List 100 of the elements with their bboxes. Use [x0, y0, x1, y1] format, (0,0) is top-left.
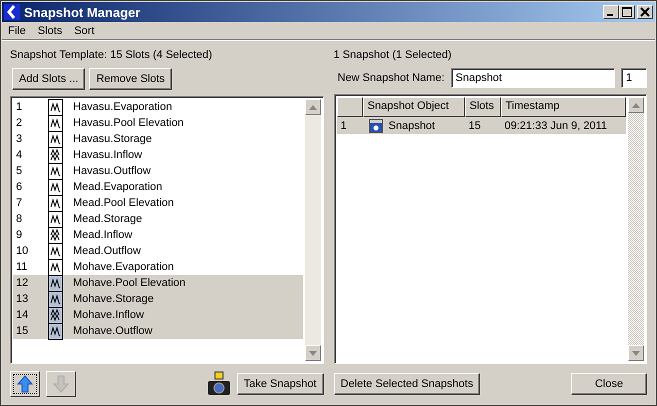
caret-down-icon — [308, 350, 316, 356]
template-summary: Snapshot Template: 15 Slots (4 Selected) — [10, 48, 214, 62]
slot-button[interactable]: Remove Slots — [89, 68, 172, 90]
slot-row[interactable]: 14 Mohave.Inflow — [13, 307, 302, 323]
slot-row[interactable]: 1 Havasu.Evaporation — [13, 99, 302, 115]
wave-icon — [48, 274, 63, 292]
minimize-button[interactable] — [603, 5, 619, 19]
wave-icon — [48, 258, 63, 276]
delete-snapshots-button[interactable]: Delete Selected Snapshots — [334, 373, 480, 395]
close-button[interactable] — [637, 5, 653, 19]
slot-name: Mohave.Pool Elevation — [73, 277, 186, 289]
table-row[interactable]: 1 Snapshot 15 09:21:33 Jun 9, 2011 — [336, 117, 626, 134]
row-number: 12 — [15, 277, 30, 289]
scroll-up-button[interactable] — [628, 97, 644, 113]
slot-row[interactable]: 10 Mead.Outflow — [13, 243, 302, 259]
camera-icon — [206, 371, 231, 397]
slot-name: Mead.Pool Elevation — [73, 197, 174, 209]
slot-name: Mead.Outflow — [73, 245, 141, 257]
slot-row[interactable]: 13 Mohave.Storage — [13, 291, 302, 307]
row-number: 2 — [15, 117, 24, 129]
table-cell-text: 09:21:33 Jun 9, 2011 — [504, 120, 608, 132]
close-icon — [640, 7, 650, 17]
slot-row[interactable]: 15 Mohave.Outflow — [13, 323, 302, 339]
row-number: 5 — [15, 165, 24, 177]
slot-name: Mead.Storage — [73, 213, 142, 225]
caret-up-icon — [632, 102, 640, 108]
slot-row[interactable]: 12 Mohave.Pool Elevation — [13, 275, 302, 291]
scrollbar[interactable] — [628, 97, 644, 361]
row-number: 7 — [15, 197, 24, 209]
wave-icon — [48, 210, 63, 228]
slot-name: Havasu.Inflow — [73, 149, 142, 161]
slot-name: Havasu.Pool Elevation — [73, 117, 184, 129]
row-number: 1 — [340, 120, 348, 132]
row-number: 1 — [15, 101, 24, 113]
scroll-down-button[interactable] — [628, 345, 644, 361]
column-header[interactable] — [336, 97, 362, 117]
slot-row[interactable]: 5 Havasu.Outflow — [13, 163, 302, 179]
row-number: 4 — [15, 149, 24, 161]
column-header[interactable]: Snapshot Object — [362, 97, 464, 117]
caret-down-icon — [632, 350, 640, 356]
row-number: 11 — [15, 261, 28, 273]
close-dialog-button[interactable]: Close — [571, 373, 647, 395]
down-arrow-icon — [53, 375, 69, 393]
app-icon — [4, 4, 20, 20]
scroll-down-button[interactable] — [304, 345, 320, 361]
table-cell-text: 15 — [468, 120, 482, 132]
wave-icon — [48, 130, 63, 148]
slot-name: Havasu.Evaporation — [73, 101, 172, 113]
slot-name: Mohave.Evaporation — [73, 261, 174, 273]
wave-icon — [48, 146, 63, 164]
slot-row[interactable]: 9 Mead.Inflow — [13, 227, 302, 243]
slot-name: Havasu.Storage — [73, 133, 152, 145]
slot-row[interactable]: 4 Havasu.Inflow — [13, 147, 302, 163]
snapshot-icon — [368, 118, 382, 132]
table-cell: Snapshot — [388, 120, 435, 132]
slot-row[interactable]: 2 Havasu.Pool Elevation — [13, 115, 302, 131]
wave-icon — [48, 114, 63, 132]
column-header[interactable]: Slots — [464, 97, 500, 117]
row-number: 9 — [15, 229, 24, 241]
row-number: 15 — [15, 325, 30, 337]
wave-icon — [48, 322, 63, 340]
menu-item[interactable]: Slots — [38, 25, 62, 37]
take-snapshot-button[interactable]: Take Snapshot — [236, 373, 324, 395]
row-number: 8 — [15, 213, 24, 225]
maximize-icon — [622, 7, 632, 17]
name-field[interactable]: Snapshot — [450, 68, 615, 88]
row-number: 3 — [15, 133, 24, 145]
field-label: New Snapshot Name: — [338, 72, 444, 84]
slot-row[interactable]: 6 Mead.Evaporation — [13, 179, 302, 195]
wave-icon — [48, 306, 63, 324]
slot-row[interactable]: 8 Mead.Storage — [13, 211, 302, 227]
wave-icon — [48, 178, 63, 196]
slot-row[interactable]: 3 Havasu.Storage — [13, 131, 302, 147]
slot-name: Mead.Inflow — [73, 229, 132, 241]
snapshot-summary: 1 Snapshot (1 Selected) — [334, 48, 453, 62]
menu-item[interactable]: File — [8, 25, 26, 37]
window-title: Snapshot Manager — [24, 4, 142, 20]
maximize-button[interactable] — [619, 5, 635, 19]
wave-icon — [48, 242, 63, 260]
slot-button[interactable]: Add Slots ... — [12, 68, 86, 90]
slot-row[interactable]: 7 Mead.Pool Elevation — [13, 195, 302, 211]
wave-icon — [48, 194, 63, 212]
row-number: 6 — [15, 181, 24, 193]
minimize-icon — [607, 14, 613, 16]
wave-icon — [48, 226, 63, 244]
slot-name: Mohave.Inflow — [73, 309, 144, 321]
count-field[interactable]: 1 — [621, 68, 647, 88]
row-number: 10 — [15, 245, 30, 257]
scroll-up-button[interactable] — [304, 99, 320, 115]
column-header[interactable]: Timestamp — [500, 97, 626, 117]
wave-icon — [48, 290, 63, 308]
slot-name: Mohave.Storage — [73, 293, 154, 305]
row-number: 14 — [15, 309, 30, 321]
wave-icon — [48, 98, 63, 116]
scrollbar[interactable] — [304, 99, 320, 361]
menu-item[interactable]: Sort — [74, 25, 94, 37]
slot-name: Havasu.Outflow — [73, 165, 151, 177]
slot-row[interactable]: 11 Mohave.Evaporation — [13, 259, 302, 275]
move-up-button[interactable] — [10, 371, 40, 397]
slot-name: Mead.Evaporation — [73, 181, 162, 193]
